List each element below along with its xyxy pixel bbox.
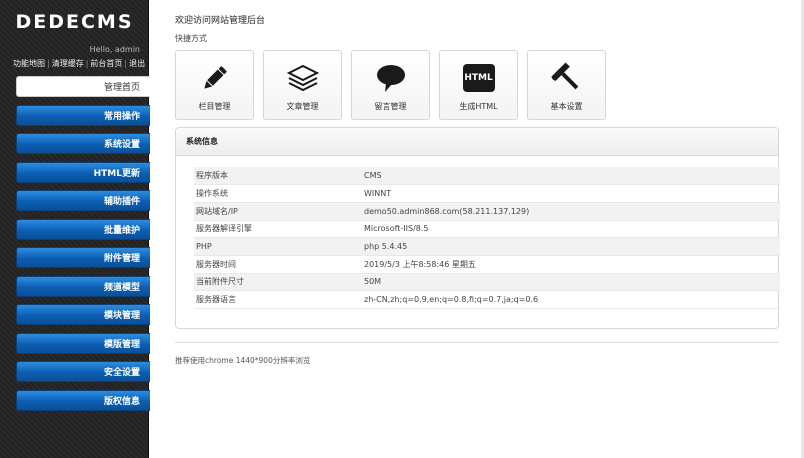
quick-links: 栏目管理 文章管理 留言管理 HTML 生成HTML 基本设置 [175, 50, 606, 120]
logout-link[interactable]: 退出 [129, 59, 145, 68]
logo: DEDECMS [15, 11, 134, 33]
quick-card-generate-html[interactable]: HTML 生成HTML [439, 50, 518, 120]
user-greeting: Hello, admin [89, 45, 140, 54]
nav-item-plugins[interactable]: 辅助插件 [16, 190, 150, 211]
table-row: 网站域名/IP demo50.admin868.com(58.211.137.12… [194, 202, 780, 221]
nav-item-copyright[interactable]: 版权信息 [16, 389, 150, 411]
page-title: 欢迎访问网站管理后台 [175, 16, 266, 26]
info-key: 服务器解译引擎 [194, 220, 362, 239]
nav-item-security[interactable]: 安全设置 [16, 361, 150, 382]
frontend-home-link[interactable]: 前台首页 [90, 59, 122, 68]
quick-card-label: 生成HTML [459, 102, 498, 111]
nav-item-channel-models[interactable]: 频道模型 [16, 275, 150, 297]
table-row: 服务器解译引擎 Microsoft-IIS/8.5 [194, 220, 780, 239]
table-row: 服务器语言 zh-CN,zh;q=0.9,en;q=0.8,fi;q=0.7,ja… [194, 290, 780, 309]
quick-card-label: 栏目管理 [198, 102, 231, 111]
quick-card-columns[interactable]: 栏目管理 [175, 50, 254, 120]
info-value: zh-CN,zh;q=0.9,en;q=0.8,fi;q=0.7,ja;q=0.… [362, 290, 780, 309]
table-row: 服务器时间 2019/5/3 上午8:58:46 星期五 [194, 255, 780, 274]
info-value: php 5.4.45 [362, 237, 780, 256]
quick-card-articles[interactable]: 文章管理 [263, 50, 342, 120]
quick-card-label: 留言管理 [374, 102, 407, 111]
info-key: 操作系统 [194, 184, 362, 203]
divider [175, 342, 779, 343]
info-key: 程序版本 [194, 167, 362, 186]
top-links: 功能地图 | 清理缓存 | 前台首页 | 退出 [13, 58, 145, 69]
panel-title: 系统信息 [176, 128, 778, 156]
main-content: 欢迎访问网站管理后台 快捷方式 栏目管理 文章管理 留言管理 HTML 生成HT… [150, 0, 804, 458]
nav-item-batch-maintenance[interactable]: 批量维护 [16, 218, 150, 240]
info-key: 服务器时间 [194, 255, 362, 274]
quick-card-label: 文章管理 [286, 102, 319, 111]
info-value: Microsoft-IIS/8.5 [362, 220, 780, 239]
quick-links-label: 快捷方式 [175, 34, 207, 43]
separator: | [47, 59, 50, 68]
nav-item-common-ops[interactable]: 常用操作 [16, 104, 150, 126]
quick-card-messages[interactable]: 留言管理 [351, 50, 430, 120]
table-row: 当前附件尺寸 50M [194, 273, 780, 292]
sidebar-nav: 管理首页 常用操作 系统设置 HTML更新 辅助插件 批量维护 附件管理 频道模… [16, 76, 150, 418]
info-key: 当前附件尺寸 [194, 273, 362, 292]
nav-item-system-settings[interactable]: 系统设置 [16, 133, 150, 154]
info-value: CMS [362, 167, 780, 186]
nav-item-templates[interactable]: 模版管理 [16, 332, 150, 354]
hammer-icon [550, 61, 584, 95]
info-value: demo50.admin868.com(58.211.137.129) [362, 202, 780, 221]
nav-item-attachments[interactable]: 附件管理 [16, 247, 150, 268]
html-icon-text: HTML [462, 64, 495, 92]
speech-bubble-icon [374, 61, 408, 95]
quick-card-basic-settings[interactable]: 基本设置 [527, 50, 606, 120]
info-key: 服务器语言 [194, 290, 362, 309]
clear-cache-link[interactable]: 清理缓存 [52, 59, 84, 68]
system-info-table: 程序版本 CMS 操作系统 WINNT 网站域名/IP demo50.admin868… [194, 167, 780, 309]
info-key: PHP [194, 237, 362, 256]
footer-note: 推荐使用chrome 1440*900分辨率浏览 [175, 356, 311, 365]
system-info-panel: 系统信息 程序版本 CMS 操作系统 WINNT 网站域名/IP demo50.adm… [175, 127, 780, 329]
stack-icon [286, 61, 320, 95]
site-map-link[interactable]: 功能地图 [13, 59, 45, 68]
quick-card-label: 基本设置 [550, 102, 583, 111]
separator: | [124, 59, 128, 68]
pencil-icon [198, 61, 232, 95]
table-row: 操作系统 WINNT [194, 184, 780, 203]
info-value: 50M [362, 273, 780, 292]
info-value: WINNT [362, 184, 780, 203]
nav-item-admin-home[interactable]: 管理首页 [16, 76, 150, 97]
nav-item-modules[interactable]: 模块管理 [16, 304, 150, 325]
info-key: 网站域名/IP [194, 202, 362, 221]
info-value: 2019/5/3 上午8:58:46 星期五 [362, 255, 780, 274]
separator: | [85, 59, 89, 68]
html-icon: HTML [462, 61, 496, 95]
sidebar: DEDECMS Hello, admin 功能地图 | 清理缓存 | 前台首页 | 退出 管… [0, 0, 150, 458]
nav-item-html-update[interactable]: HTML更新 [16, 161, 150, 183]
table-row: 程序版本 CMS [194, 167, 780, 186]
table-row: PHP php 5.4.45 [194, 237, 780, 256]
